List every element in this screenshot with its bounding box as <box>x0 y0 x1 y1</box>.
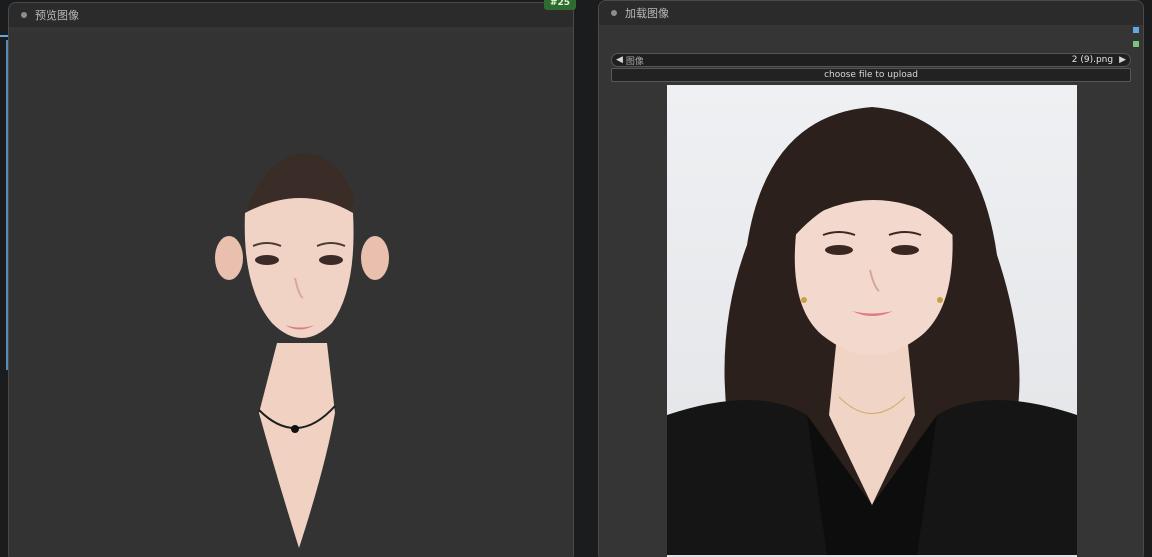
status-dot-icon <box>21 12 27 18</box>
prev-arrow-icon[interactable]: ◀ <box>616 55 623 65</box>
preview-image <box>215 153 389 548</box>
loaded-image <box>667 85 1077 557</box>
next-arrow-icon[interactable]: ▶ <box>1119 55 1126 65</box>
portrait-image <box>667 107 1077 555</box>
node-title: 预览图像 <box>35 9 79 22</box>
node-title-bar[interactable]: 预览图像 <box>9 3 573 27</box>
output-port[interactable] <box>1133 41 1139 47</box>
upload-file-button[interactable]: choose file to upload <box>611 68 1131 82</box>
node-title-bar[interactable]: 加载图像 <box>599 1 1143 25</box>
status-dot-icon <box>611 10 617 16</box>
node-id-badge: #25 <box>544 0 577 10</box>
output-port[interactable] <box>1133 27 1139 33</box>
combo-label: 图像 <box>625 56 644 67</box>
node-title: 加载图像 <box>625 7 669 20</box>
load-image-node[interactable]: 加载图像 ◀ 图像 2 (9).png ▶ choose file to upl… <box>598 0 1144 557</box>
preview-image-node[interactable]: 预览图像 <box>8 2 574 557</box>
combo-value[interactable]: 2 (9).png <box>1072 55 1113 65</box>
node-canvas: 预览图像 #25 加载图像 ◀ 图像 2 (9).png ▶ choose fi… <box>0 0 1152 557</box>
image-preview-area <box>9 33 573 557</box>
image-select-combo[interactable]: ◀ 图像 2 (9).png ▶ <box>611 53 1131 67</box>
